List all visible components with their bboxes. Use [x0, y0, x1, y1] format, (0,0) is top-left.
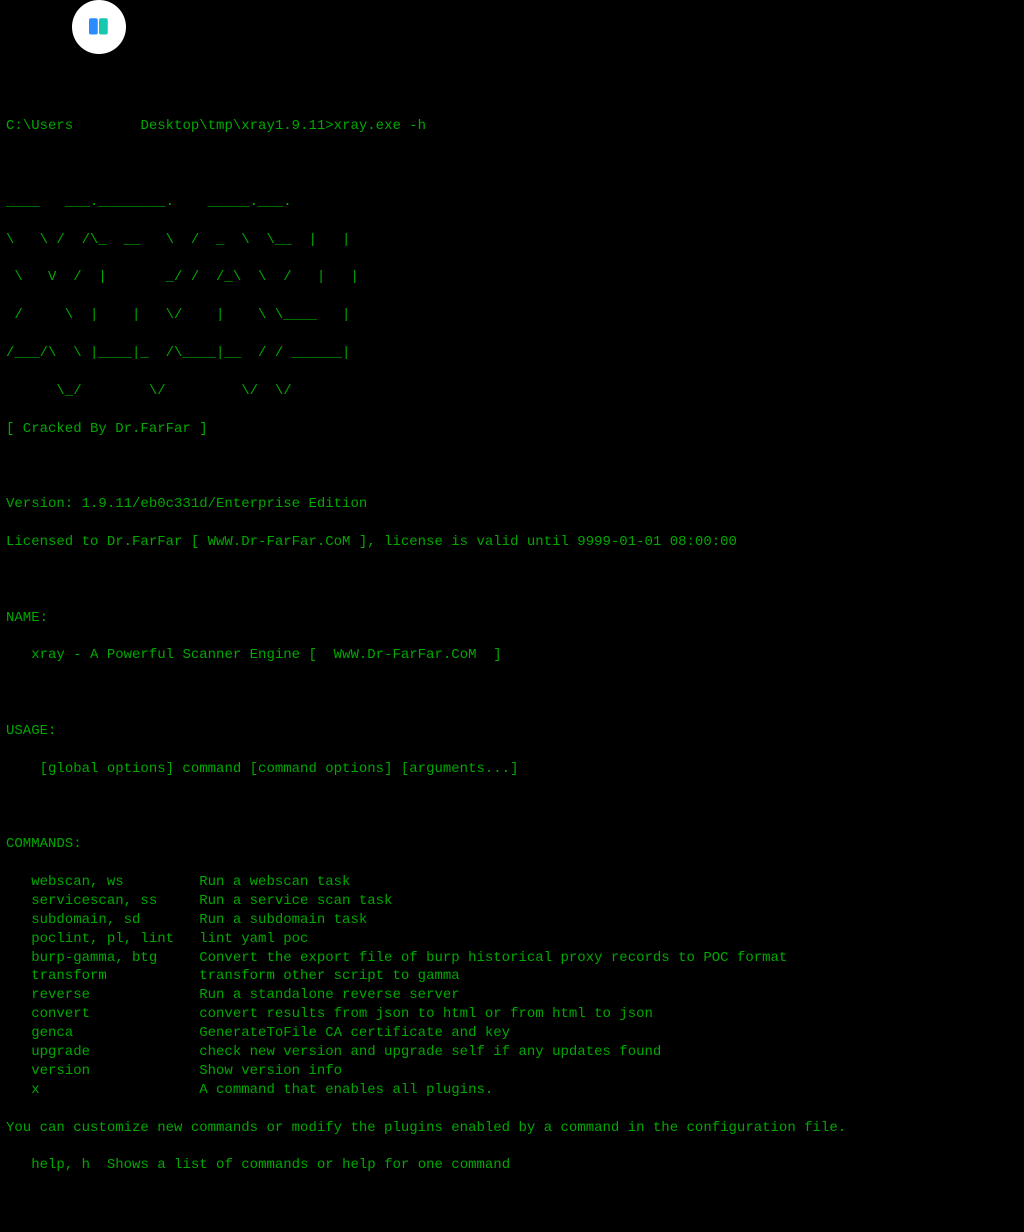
- help-cmd-desc: Shows a list of commands or help for one…: [107, 1157, 510, 1173]
- usage-body-text: [global options] command [command option…: [40, 761, 519, 777]
- command-row: reverse Run a standalone reverse server: [6, 986, 1018, 1005]
- commands-list: webscan, ws Run a webscan task servicesc…: [6, 873, 1018, 1100]
- prompt-path1: C:\Users: [6, 118, 73, 134]
- name-header: NAME:: [6, 609, 1018, 628]
- commands-header: COMMANDS:: [6, 835, 1018, 854]
- usage-header: USAGE:: [6, 722, 1018, 741]
- blank: [6, 684, 1018, 703]
- ascii-3: \ V / | _/ / /_\ \ / | |: [6, 268, 1018, 287]
- blank: [6, 797, 1018, 816]
- command-row: transform transform other script to gamm…: [6, 967, 1018, 986]
- command-row: subdomain, sd Run a subdomain task: [6, 911, 1018, 930]
- command-row: x A command that enables all plugins.: [6, 1081, 1018, 1100]
- command-row: genca GenerateToFile CA certificate and …: [6, 1024, 1018, 1043]
- license-line: Licensed to Dr.FarFar [ WwW.Dr-FarFar.Co…: [6, 533, 1018, 552]
- version-line: Version: 1.9.11/eb0c331d/Enterprise Edit…: [6, 495, 1018, 514]
- prompt-path2: Desktop\tmp\xray1.9.11>: [140, 118, 333, 134]
- customize-note: You can customize new commands or modify…: [6, 1119, 1018, 1138]
- blank: [6, 1194, 1018, 1213]
- blank: [6, 571, 1018, 590]
- command-row: convert convert results from json to htm…: [6, 1005, 1018, 1024]
- command-row: servicescan, ss Run a service scan task: [6, 892, 1018, 911]
- command-row: poclint, pl, lint lint yaml poc: [6, 930, 1018, 949]
- command-row: version Show version info: [6, 1062, 1018, 1081]
- usage-body: [global options] command [command option…: [6, 760, 1018, 779]
- command-row: upgrade check new version and upgrade se…: [6, 1043, 1018, 1062]
- ascii-1: ____ ___.________. _____.___.: [6, 193, 1018, 212]
- todesk-icon: [84, 12, 114, 42]
- prompt-command: xray.exe -h: [334, 118, 426, 134]
- help-cmd-name: help, h: [31, 1157, 90, 1173]
- ascii-6: \_/ \/ \/ \/: [6, 382, 1018, 401]
- command-row: burp-gamma, btg Convert the export file …: [6, 949, 1018, 968]
- name-body-text: xray - A Powerful Scanner Engine [ WwW.D…: [31, 647, 501, 663]
- ascii-2: \ \ / /\_ __ \ / _ \ \__ | |: [6, 231, 1018, 250]
- blank: [6, 457, 1018, 476]
- name-body: xray - A Powerful Scanner Engine [ WwW.D…: [6, 646, 1018, 665]
- overlay-app-icon: [72, 0, 126, 54]
- ascii-5: /___/\ \ |____|_ /\____|__ / / ______|: [6, 344, 1018, 363]
- blank: [6, 155, 1018, 174]
- help-line: help, h Shows a list of commands or help…: [6, 1156, 1018, 1175]
- command-row: webscan, ws Run a webscan task: [6, 873, 1018, 892]
- cracked-by: [ Cracked By Dr.FarFar ]: [6, 420, 1018, 439]
- prompt-line[interactable]: C:\Users Desktop\tmp\xray1.9.11>xray.exe…: [6, 117, 1018, 136]
- ascii-4: / \ | | \/ | \ \____ |: [6, 306, 1018, 325]
